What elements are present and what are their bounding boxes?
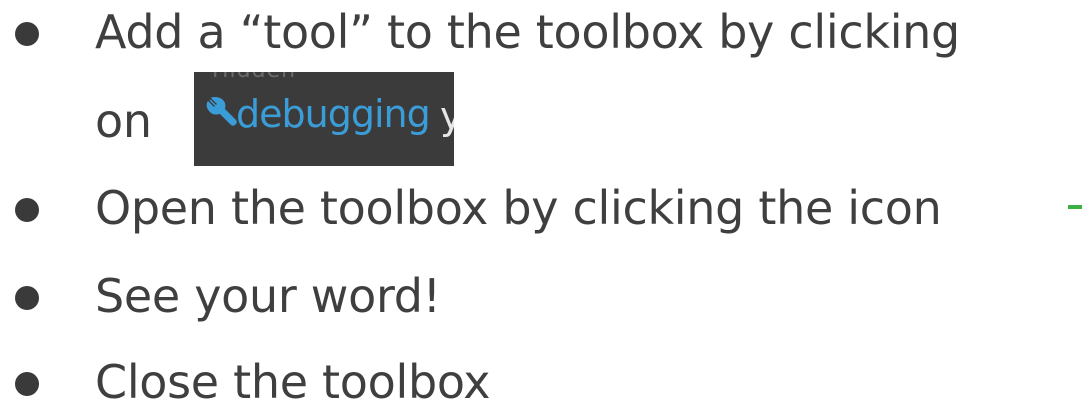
trailing-char: y	[440, 94, 454, 138]
bullet-list: Add a “tool” to the toolbox by clicking …	[0, 0, 1082, 409]
faded-header-text: Hidden	[212, 72, 296, 83]
bullet-text-open-toolbox: Open the toolbox by clicking the icon	[95, 181, 942, 235]
bullet-text-add-tool: Add a “tool” to the toolbox by clicking	[95, 5, 960, 59]
green-icon-fragment	[1068, 205, 1082, 209]
bullet-text-see-word: See your word!	[95, 269, 441, 323]
bullet-dot	[15, 286, 39, 310]
debugging-screenshot: Hidden debugging y	[194, 72, 454, 166]
slide: Add a “tool” to the toolbox by clicking …	[0, 0, 1082, 409]
wrench-icon	[206, 97, 237, 126]
bullet-text-close-toolbox: Close the toolbox	[95, 355, 491, 409]
bullet-dot	[15, 22, 39, 46]
bullet-dot	[15, 198, 39, 222]
bullet-dot	[15, 372, 39, 396]
bullet-text-on: on	[95, 94, 152, 148]
debugging-label: debugging	[236, 92, 431, 136]
